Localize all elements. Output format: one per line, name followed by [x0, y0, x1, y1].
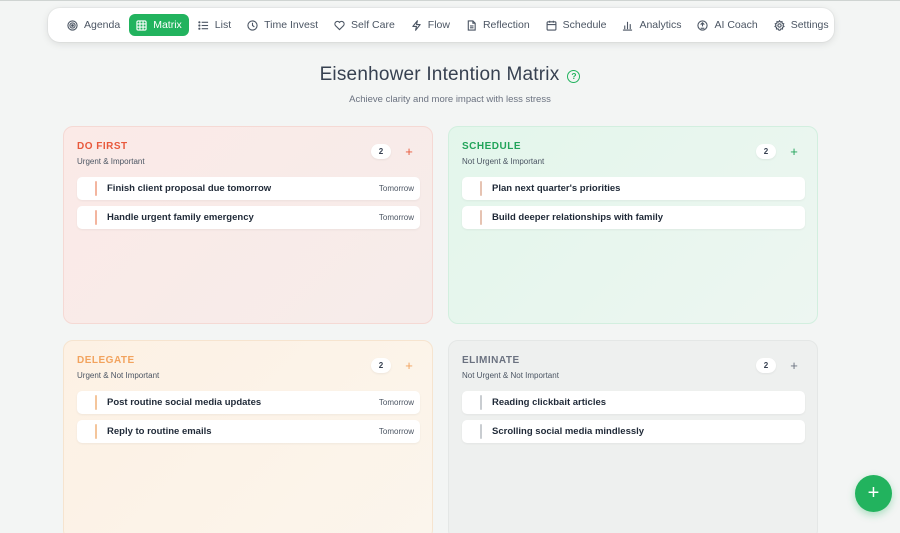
- quadrant-title: SCHEDULE: [462, 141, 522, 152]
- grid-icon: [136, 19, 147, 31]
- target-icon: [67, 19, 78, 31]
- task-title: Post routine social media updates: [107, 397, 262, 408]
- task-title: Finish client proposal due tomorrow: [107, 183, 272, 194]
- nav-list-label: List: [214, 19, 232, 31]
- page-title: Eisenhower Intention Matrix: [319, 64, 560, 85]
- quadrant-header: DELEGATE Urgent & Not Important: [77, 355, 159, 380]
- task-list: Finish client proposal due tomorrow Tomo…: [77, 177, 420, 235]
- quadrant-title: DELEGATE: [77, 355, 135, 366]
- task-item[interactable]: Build deeper relationships with family: [462, 206, 805, 229]
- bar-chart-icon: [623, 21, 633, 31]
- task-count-badge: 2: [756, 358, 776, 373]
- quadrant-title: DO FIRST: [77, 141, 128, 152]
- calendar-icon: [546, 20, 557, 31]
- nav-schedule[interactable]: Schedule: [539, 14, 614, 36]
- add-task-button[interactable]: +: [785, 142, 803, 160]
- nav-analytics-label: Analytics: [639, 19, 682, 31]
- nav-reflection-label: Reflection: [482, 19, 530, 31]
- task-drag-handle[interactable]: [480, 395, 482, 410]
- task-title: Scrolling social media mindlessly: [492, 426, 645, 437]
- task-item[interactable]: Plan next quarter's priorities: [462, 177, 805, 200]
- quadrant-header: ELIMINATE Not Urgent & Not Important: [462, 355, 559, 380]
- nav-schedule-label: Schedule: [562, 19, 607, 31]
- nav-agenda[interactable]: Agenda: [60, 14, 127, 36]
- task-item[interactable]: Handle urgent family emergency Tomorrow: [77, 206, 420, 229]
- top-nav: Agenda Matrix List Time Invest Self Care…: [48, 8, 834, 42]
- task-drag-handle[interactable]: [480, 424, 482, 439]
- nav-time-invest[interactable]: Time Invest: [240, 14, 325, 36]
- add-task-button[interactable]: +: [785, 356, 803, 374]
- task-title: Handle urgent family emergency: [107, 212, 254, 223]
- nav-matrix[interactable]: Matrix: [129, 14, 189, 36]
- task-drag-handle[interactable]: [95, 424, 97, 439]
- window-top-border: [0, 0, 900, 1]
- task-drag-handle[interactable]: [480, 210, 482, 225]
- clock-icon: [247, 19, 258, 31]
- document-icon: [467, 19, 476, 31]
- task-title: Reply to routine emails: [107, 426, 212, 437]
- task-due-date: Tomorrow: [378, 427, 414, 436]
- add-task-button[interactable]: +: [400, 356, 418, 374]
- task-list: Reading clickbait articles Scrolling soc…: [462, 391, 805, 449]
- nav-settings-label: Settings: [790, 19, 829, 31]
- task-list: Post routine social media updates Tomorr…: [77, 391, 420, 449]
- quadrant-subtitle: Not Urgent & Not Important: [462, 371, 559, 380]
- nav-ai-coach[interactable]: AI Coach: [690, 14, 764, 36]
- task-due-date: Tomorrow: [378, 213, 414, 222]
- list-icon: [198, 20, 208, 30]
- task-item[interactable]: Reading clickbait articles: [462, 391, 805, 414]
- nav-self-care-label: Self Care: [351, 19, 395, 31]
- task-drag-handle[interactable]: [95, 181, 97, 196]
- task-item[interactable]: Scrolling social media mindlessly: [462, 420, 805, 443]
- task-item[interactable]: Reply to routine emails Tomorrow: [77, 420, 420, 443]
- page-subtitle: Achieve clarity and more impact with les…: [349, 94, 551, 105]
- task-title: Plan next quarter's priorities: [492, 183, 621, 194]
- nav-agenda-label: Agenda: [84, 19, 121, 31]
- quadrant-eliminate: ELIMINATE Not Urgent & Not Important 2 +…: [448, 340, 818, 533]
- quadrant-title: ELIMINATE: [462, 355, 520, 366]
- task-count-badge: 2: [756, 144, 776, 159]
- nav-time-invest-label: Time Invest: [264, 19, 319, 31]
- nav-settings[interactable]: Settings: [767, 14, 836, 36]
- nav-flow-label: Flow: [427, 19, 450, 31]
- task-due-date: Tomorrow: [378, 398, 414, 407]
- nav-analytics[interactable]: Analytics: [615, 14, 688, 36]
- bolt-icon: [412, 19, 421, 31]
- heart-icon: [334, 20, 345, 30]
- add-task-fab[interactable]: +: [855, 475, 892, 512]
- task-title: Build deeper relationships with family: [492, 212, 664, 223]
- task-list: Plan next quarter's priorities Build dee…: [462, 177, 805, 235]
- quadrant-delegate: DELEGATE Urgent & Not Important 2 + Post…: [63, 340, 433, 533]
- task-count-badge: 2: [371, 358, 391, 373]
- title-row: Eisenhower Intention Matrix ?: [0, 64, 900, 86]
- task-drag-handle[interactable]: [95, 395, 97, 410]
- quadrant-do-first: DO FIRST Urgent & Important 2 + Finish c…: [63, 126, 433, 324]
- quadrant-schedule: SCHEDULE Not Urgent & Important 2 + Plan…: [448, 126, 818, 324]
- task-drag-handle[interactable]: [480, 181, 482, 196]
- gear-icon: [773, 19, 785, 31]
- task-title: Reading clickbait articles: [492, 397, 607, 408]
- quadrant-subtitle: Urgent & Important: [77, 157, 145, 166]
- help-icon[interactable]: ?: [567, 69, 581, 83]
- add-task-button[interactable]: +: [400, 142, 418, 160]
- quadrant-subtitle: Not Urgent & Important: [462, 157, 545, 166]
- nav-matrix-label: Matrix: [153, 19, 182, 31]
- quadrant-header: DO FIRST Urgent & Important: [77, 141, 145, 166]
- quadrant-subtitle: Urgent & Not Important: [77, 371, 160, 380]
- nav-self-care[interactable]: Self Care: [327, 14, 402, 36]
- nav-flow[interactable]: Flow: [404, 14, 457, 36]
- nav-ai-coach-label: AI Coach: [714, 19, 758, 31]
- task-item[interactable]: Post routine social media updates Tomorr…: [77, 391, 420, 414]
- nav-reflection[interactable]: Reflection: [459, 14, 537, 36]
- quadrant-header: SCHEDULE Not Urgent & Important: [462, 141, 544, 166]
- task-count-badge: 2: [371, 144, 391, 159]
- task-item[interactable]: Finish client proposal due tomorrow Tomo…: [77, 177, 420, 200]
- task-drag-handle[interactable]: [95, 210, 97, 225]
- nav-list[interactable]: List: [191, 14, 238, 36]
- coach-icon: [697, 19, 709, 31]
- task-due-date: Tomorrow: [378, 184, 414, 193]
